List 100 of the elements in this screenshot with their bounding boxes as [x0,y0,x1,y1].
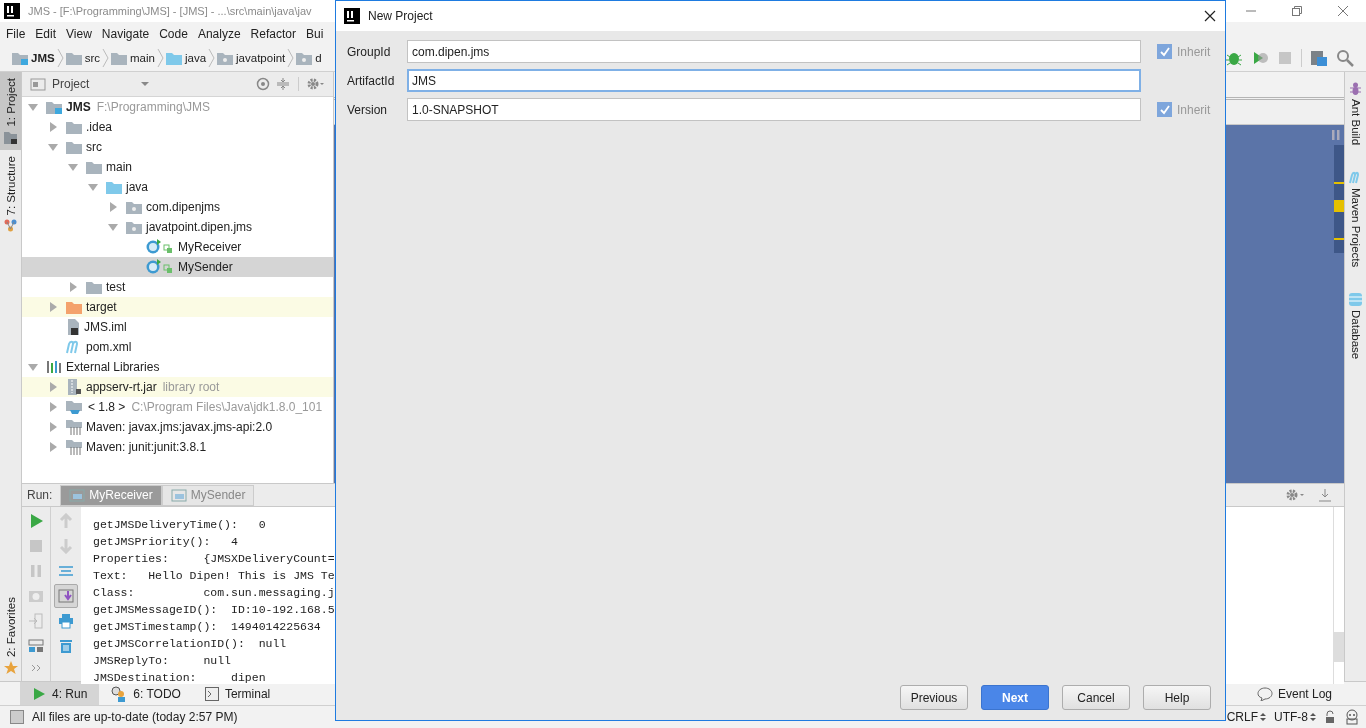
structure-icon[interactable] [1310,49,1328,67]
menu-item[interactable]: View [61,26,97,41]
inspector-icon[interactable] [1344,709,1360,725]
down-arrow-icon[interactable] [58,538,74,554]
expand-arrow-icon[interactable] [108,202,118,212]
expand-arrow-icon[interactable] [68,282,78,292]
expand-arrow-icon[interactable] [48,122,58,132]
expand-arrow-icon[interactable] [48,442,58,452]
menu-item[interactable]: Refactor [245,26,301,41]
restore-icon[interactable] [1291,5,1303,17]
tree-item[interactable]: java [22,177,333,197]
tool-window-tab[interactable]: Ant Build [1345,76,1366,152]
dropdown-arrow-icon[interactable] [140,81,150,87]
close-icon[interactable] [1204,10,1216,22]
menu-item[interactable]: Code [154,26,193,41]
line-separator-selector[interactable]: CRLF [1226,710,1266,724]
tool-window-tab[interactable]: Maven Projects [1345,165,1366,274]
tree-item[interactable]: .idea [22,117,333,137]
tool-window-tab[interactable]: 1: Project [0,72,21,150]
expand-arrow-icon[interactable] [48,422,58,432]
tree-item[interactable]: test [22,277,333,297]
console-line: getJMSCorrelationID(): null [93,636,287,652]
soft-wrap-icon[interactable] [58,563,74,579]
breadcrumb[interactable]: javatpoint [215,51,288,65]
run-icon[interactable] [28,513,44,529]
tree-item[interactable]: MySender [22,257,333,277]
field-label: GroupId [347,44,392,59]
text-field[interactable]: JMS [407,69,1141,92]
breadcrumb[interactable]: JMS [10,51,57,65]
tool-window-tab[interactable]: 4: Run [20,682,100,705]
stop-icon[interactable] [28,538,44,554]
tree-item[interactable]: appserv-rt.jar library root [22,377,333,397]
tree-item[interactable]: main [22,157,333,177]
collapse-arrow-icon[interactable] [108,222,118,232]
tree-item[interactable]: < 1.8 > C:\Program Files\Java\jdk1.8.0_101 [22,397,333,417]
tree-item[interactable]: External Libraries [22,357,333,377]
collapse-arrow-icon[interactable] [88,182,98,192]
exit-icon[interactable] [28,613,44,629]
collapse-arrow-icon[interactable] [28,362,38,372]
console-line: Properties: {JMSXDeliveryCount= [93,551,335,567]
tool-window-tab[interactable]: 7: Structure [0,149,21,239]
checkbox-label: Inherit [1177,102,1211,117]
tree-item[interactable]: javatpoint.dipen.jms [22,217,333,237]
text-field[interactable]: 1.0-SNAPSHOT [407,98,1141,121]
breadcrumb[interactable]: java [163,51,209,65]
expand-arrow-icon[interactable] [48,402,58,412]
tree-item[interactable]: MyReceiver [22,237,333,257]
tree-item[interactable]: JMS.iml [22,317,333,337]
gear-icon[interactable] [1286,488,1306,502]
console-line: Class: com.sun.messaging.j [93,585,335,601]
menu-item[interactable]: File [1,26,31,41]
dialog-title: New Project [368,9,433,23]
stop-icon[interactable] [1277,50,1293,66]
menu-item[interactable]: Analyze [192,26,246,41]
scroll-to-end-button[interactable] [54,584,78,608]
more-icon[interactable] [30,663,42,673]
expand-arrow-icon[interactable] [48,302,58,312]
collapse-arrow-icon[interactable] [68,162,78,172]
tree-item[interactable]: Maven: javax.jms:javax.jms-api:2.0 [22,417,333,437]
collapse-arrow-icon[interactable] [28,102,38,112]
pause-icon[interactable] [28,563,44,579]
status-toggle-icon[interactable] [10,710,24,724]
window-title: JMS - [F:\Programming\JMS] - [JMS] - ...\src\main\java\jav [28,5,312,17]
tree-item[interactable]: JMS F:\Programming\JMS [22,97,333,117]
trash-icon[interactable] [58,638,74,654]
coverage-icon[interactable] [1251,49,1269,67]
tree-item[interactable]: Maven: junit:junit:3.8.1 [22,437,333,457]
expand-arrow-icon[interactable] [48,382,58,392]
gear-icon[interactable] [307,77,325,91]
dialog-button[interactable]: Cancel [1062,685,1130,710]
panel-title[interactable]: Project [52,77,90,91]
tool-window-tab[interactable]: 2: Favorites [0,590,21,681]
tree-item[interactable]: target [22,297,333,317]
collapse-all-icon[interactable] [276,77,290,91]
target-icon[interactable] [256,77,270,91]
tool-window-tab[interactable]: Database [1345,287,1366,366]
breadcrumb[interactable]: src [63,51,102,65]
search-icon[interactable] [1336,49,1354,67]
menu-item[interactable]: Navigate [96,26,155,41]
breadcrumb[interactable]: main [109,51,157,65]
dialog-button[interactable]: Help [1143,685,1211,710]
camera-icon[interactable] [28,588,44,604]
menu-item[interactable]: Bui [300,26,329,41]
printer-icon[interactable] [58,613,74,629]
scrollbar-thumb[interactable] [1334,632,1344,662]
tree-item[interactable]: src [22,137,333,157]
up-arrow-icon[interactable] [58,513,74,529]
collapse-arrow-icon[interactable] [48,142,58,152]
tree-item[interactable]: pom.xml [22,337,333,357]
tree-item[interactable]: com.dipenjms [22,197,333,217]
breadcrumb[interactable]: d [294,51,324,65]
encoding-selector[interactable]: UTF-8 [1274,710,1316,724]
hide-icon[interactable] [1318,488,1332,502]
text-field[interactable]: com.dipen.jms [407,40,1141,63]
layout-icon[interactable] [28,638,44,654]
dialog-button[interactable]: Previous [900,685,968,710]
primary-button[interactable]: Next [981,685,1049,710]
menu-item[interactable]: Edit [30,26,62,41]
lock-icon[interactable] [1324,710,1336,724]
event-log-button[interactable]: Event Log [1256,686,1332,701]
